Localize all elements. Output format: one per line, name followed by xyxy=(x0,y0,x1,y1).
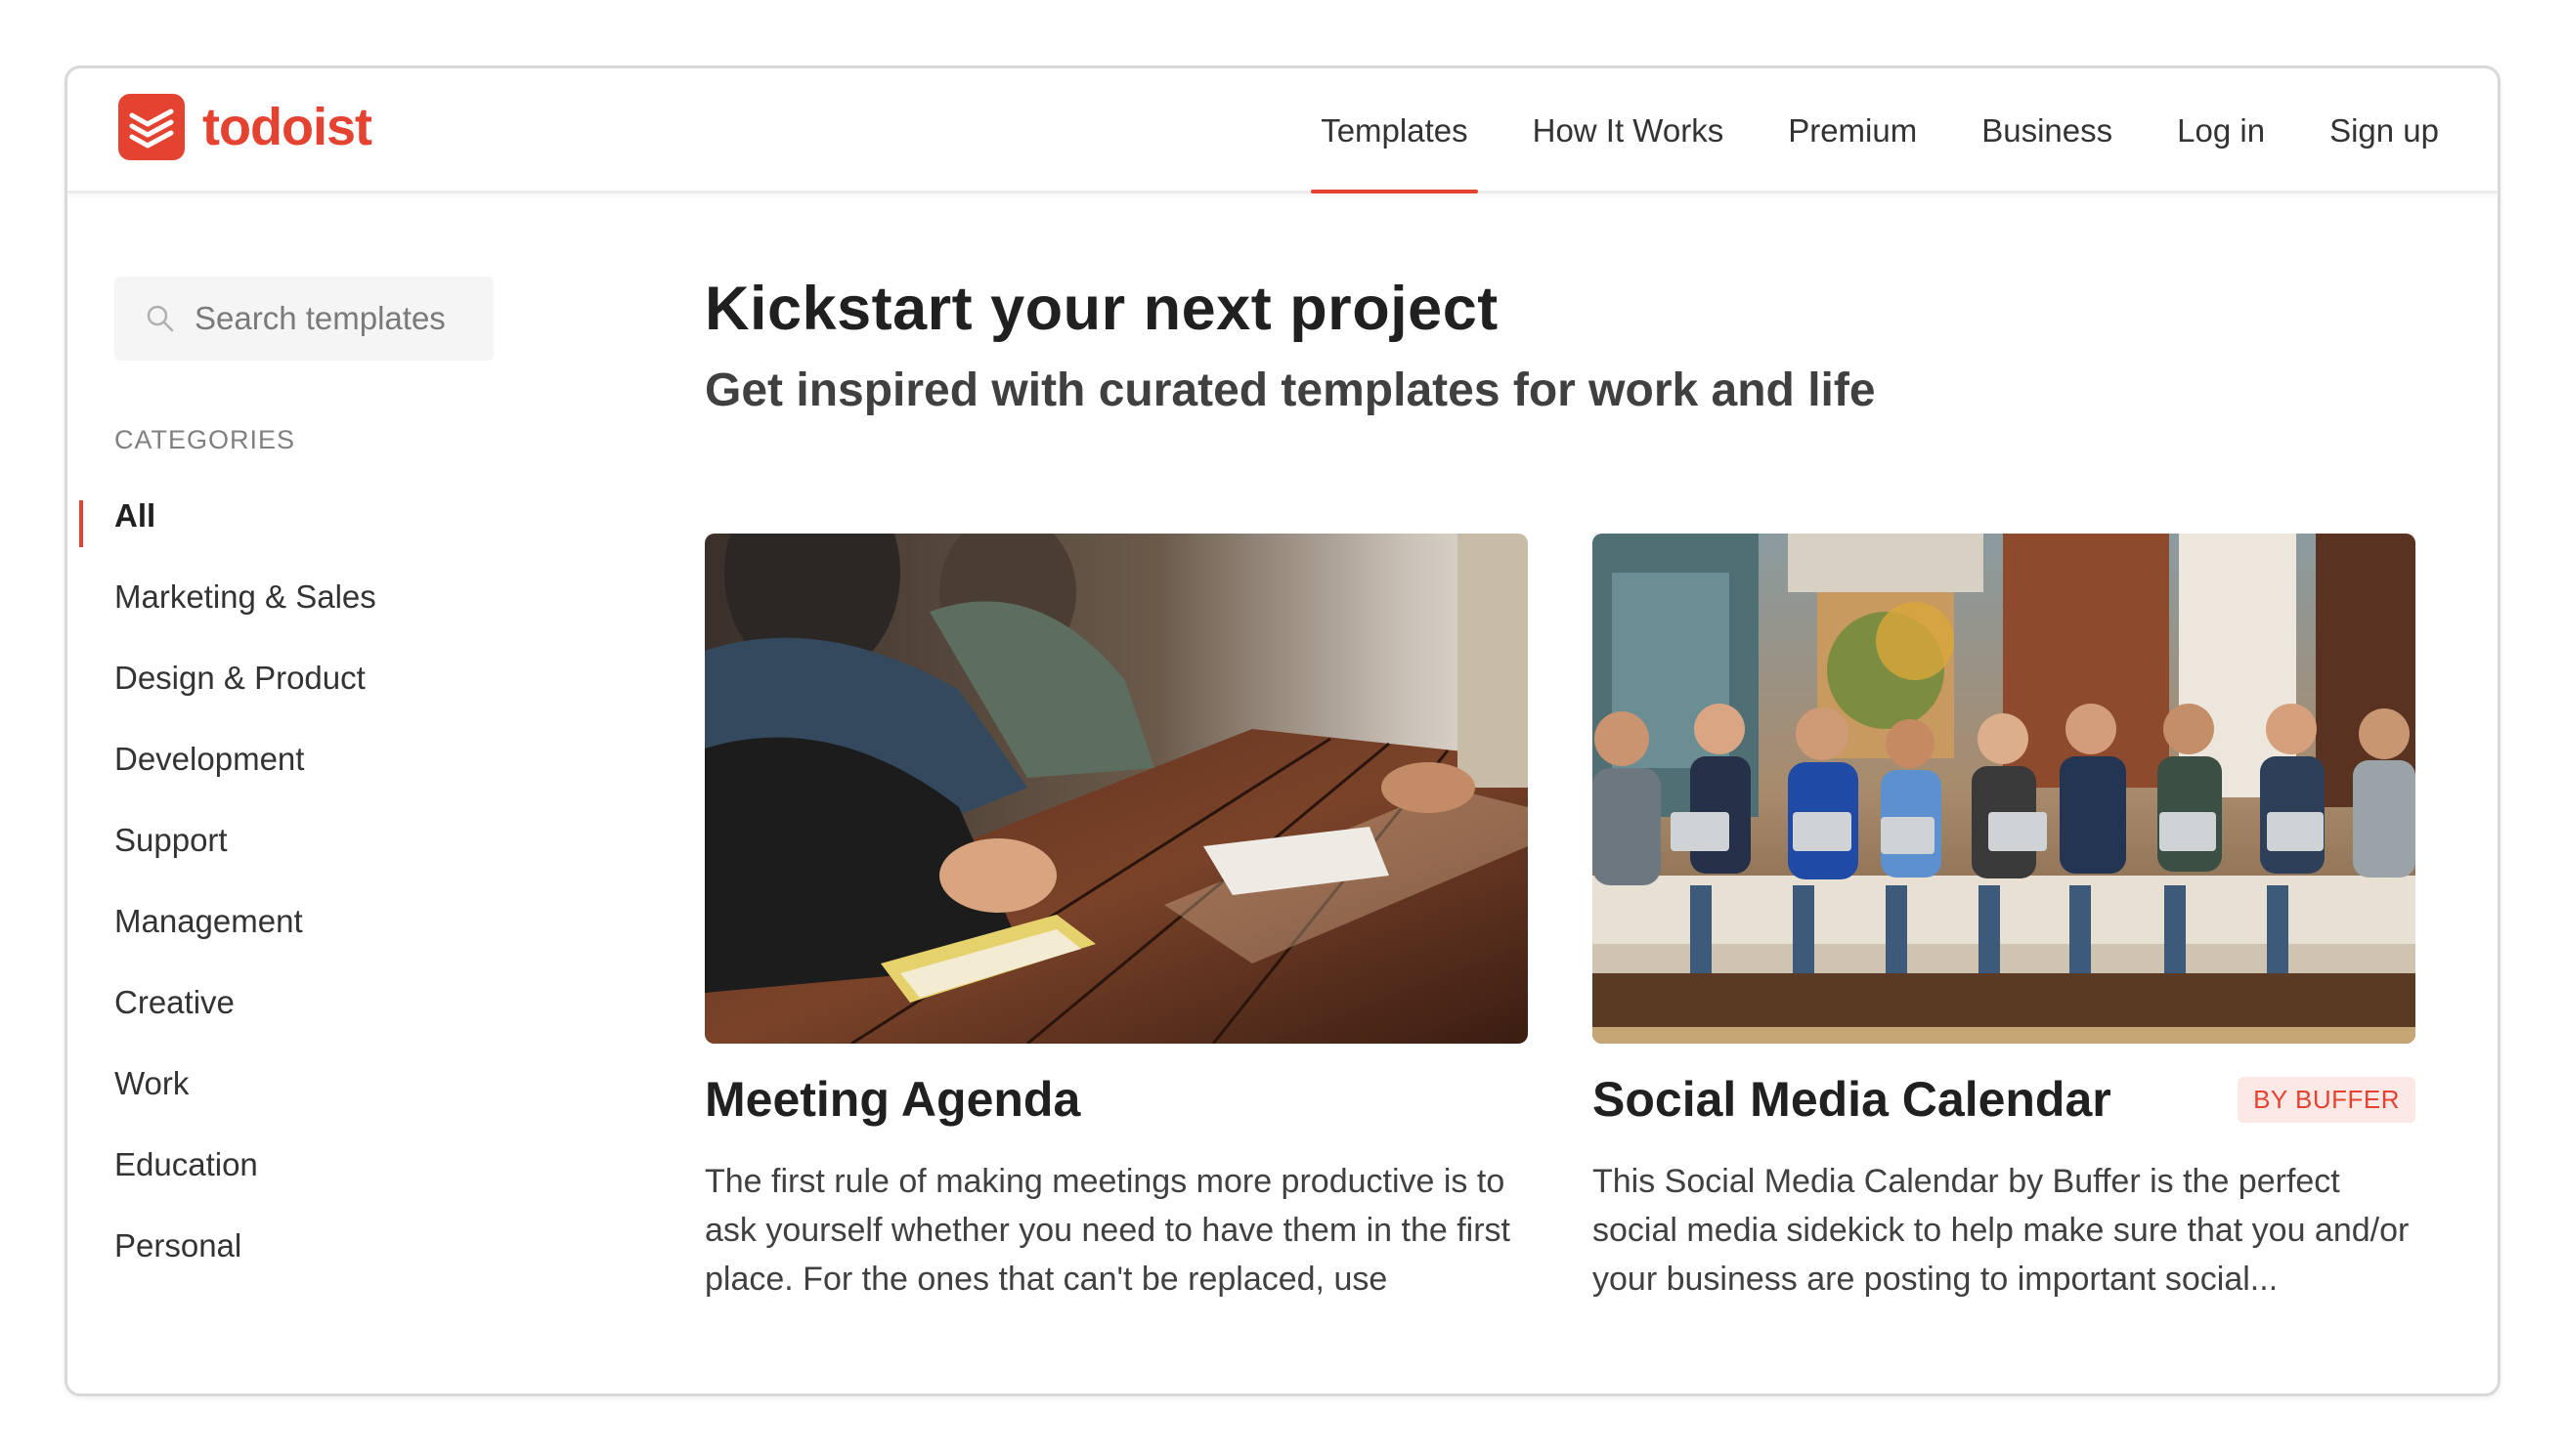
category-education[interactable]: Education xyxy=(67,1124,615,1205)
page-subtitle: Get inspired with curated templates for … xyxy=(705,364,1876,416)
main-content: Kickstart your next project Get inspired… xyxy=(705,193,2498,1393)
category-marketing-sales[interactable]: Marketing & Sales xyxy=(67,556,615,637)
categories-heading: CATEGORIES xyxy=(114,425,296,454)
category-support[interactable]: Support xyxy=(67,799,615,880)
card-description: This Social Media Calendar by Buffer is … xyxy=(1592,1163,2410,1298)
todoist-logo[interactable]: todoist xyxy=(118,94,372,160)
nav-premium[interactable]: Premium xyxy=(1788,68,1917,193)
todoist-logo-icon xyxy=(118,94,185,160)
logo-wordmark: todoist xyxy=(202,98,372,156)
category-design-product[interactable]: Design & Product xyxy=(67,637,615,718)
nav-how-it-works[interactable]: How It Works xyxy=(1533,68,1724,193)
search-input[interactable] xyxy=(195,300,488,337)
category-all[interactable]: All xyxy=(67,475,615,556)
site-header: todoist Templates How It Works Premium B… xyxy=(67,68,2498,193)
category-creative[interactable]: Creative xyxy=(67,962,615,1043)
page-title: Kickstart your next project xyxy=(705,275,1499,343)
card-description: The first rule of making meetings more p… xyxy=(705,1163,1511,1298)
nav-log-in[interactable]: Log in xyxy=(2177,68,2265,193)
template-card-meeting-agenda[interactable]: Meeting Agenda The first rule of making … xyxy=(705,534,1528,1304)
template-card-social-media-calendar[interactable]: Social Media Calendar BY BUFFER This Soc… xyxy=(1592,534,2415,1304)
nav-templates[interactable]: Templates xyxy=(1311,68,1479,193)
card-title[interactable]: Meeting Agenda xyxy=(705,1071,1528,1128)
category-management[interactable]: Management xyxy=(67,880,615,962)
meeting-photo[interactable] xyxy=(705,534,1528,1044)
nav-sign-up[interactable]: Sign up xyxy=(2329,68,2439,193)
category-work[interactable]: Work xyxy=(67,1043,615,1124)
team-photo[interactable] xyxy=(1592,534,2415,1044)
nav-business[interactable]: Business xyxy=(1981,68,2112,193)
card-title-text[interactable]: Meeting Agenda xyxy=(705,1071,1080,1128)
card-title-text[interactable]: Social Media Calendar xyxy=(1592,1071,2111,1128)
search-box[interactable] xyxy=(114,277,494,361)
search-icon xyxy=(147,305,174,332)
category-list: All Marketing & Sales Design & Product D… xyxy=(67,475,615,1286)
partner-badge: BY BUFFER xyxy=(2238,1076,2415,1123)
category-development[interactable]: Development xyxy=(67,718,615,799)
browser-frame: todoist Templates How It Works Premium B… xyxy=(65,65,2500,1396)
category-personal[interactable]: Personal xyxy=(67,1205,615,1286)
top-nav: Templates How It Works Premium Business … xyxy=(1256,68,2439,193)
card-title[interactable]: Social Media Calendar BY BUFFER xyxy=(1592,1071,2415,1128)
sidebar: CATEGORIES All Marketing & Sales Design … xyxy=(67,193,615,1393)
